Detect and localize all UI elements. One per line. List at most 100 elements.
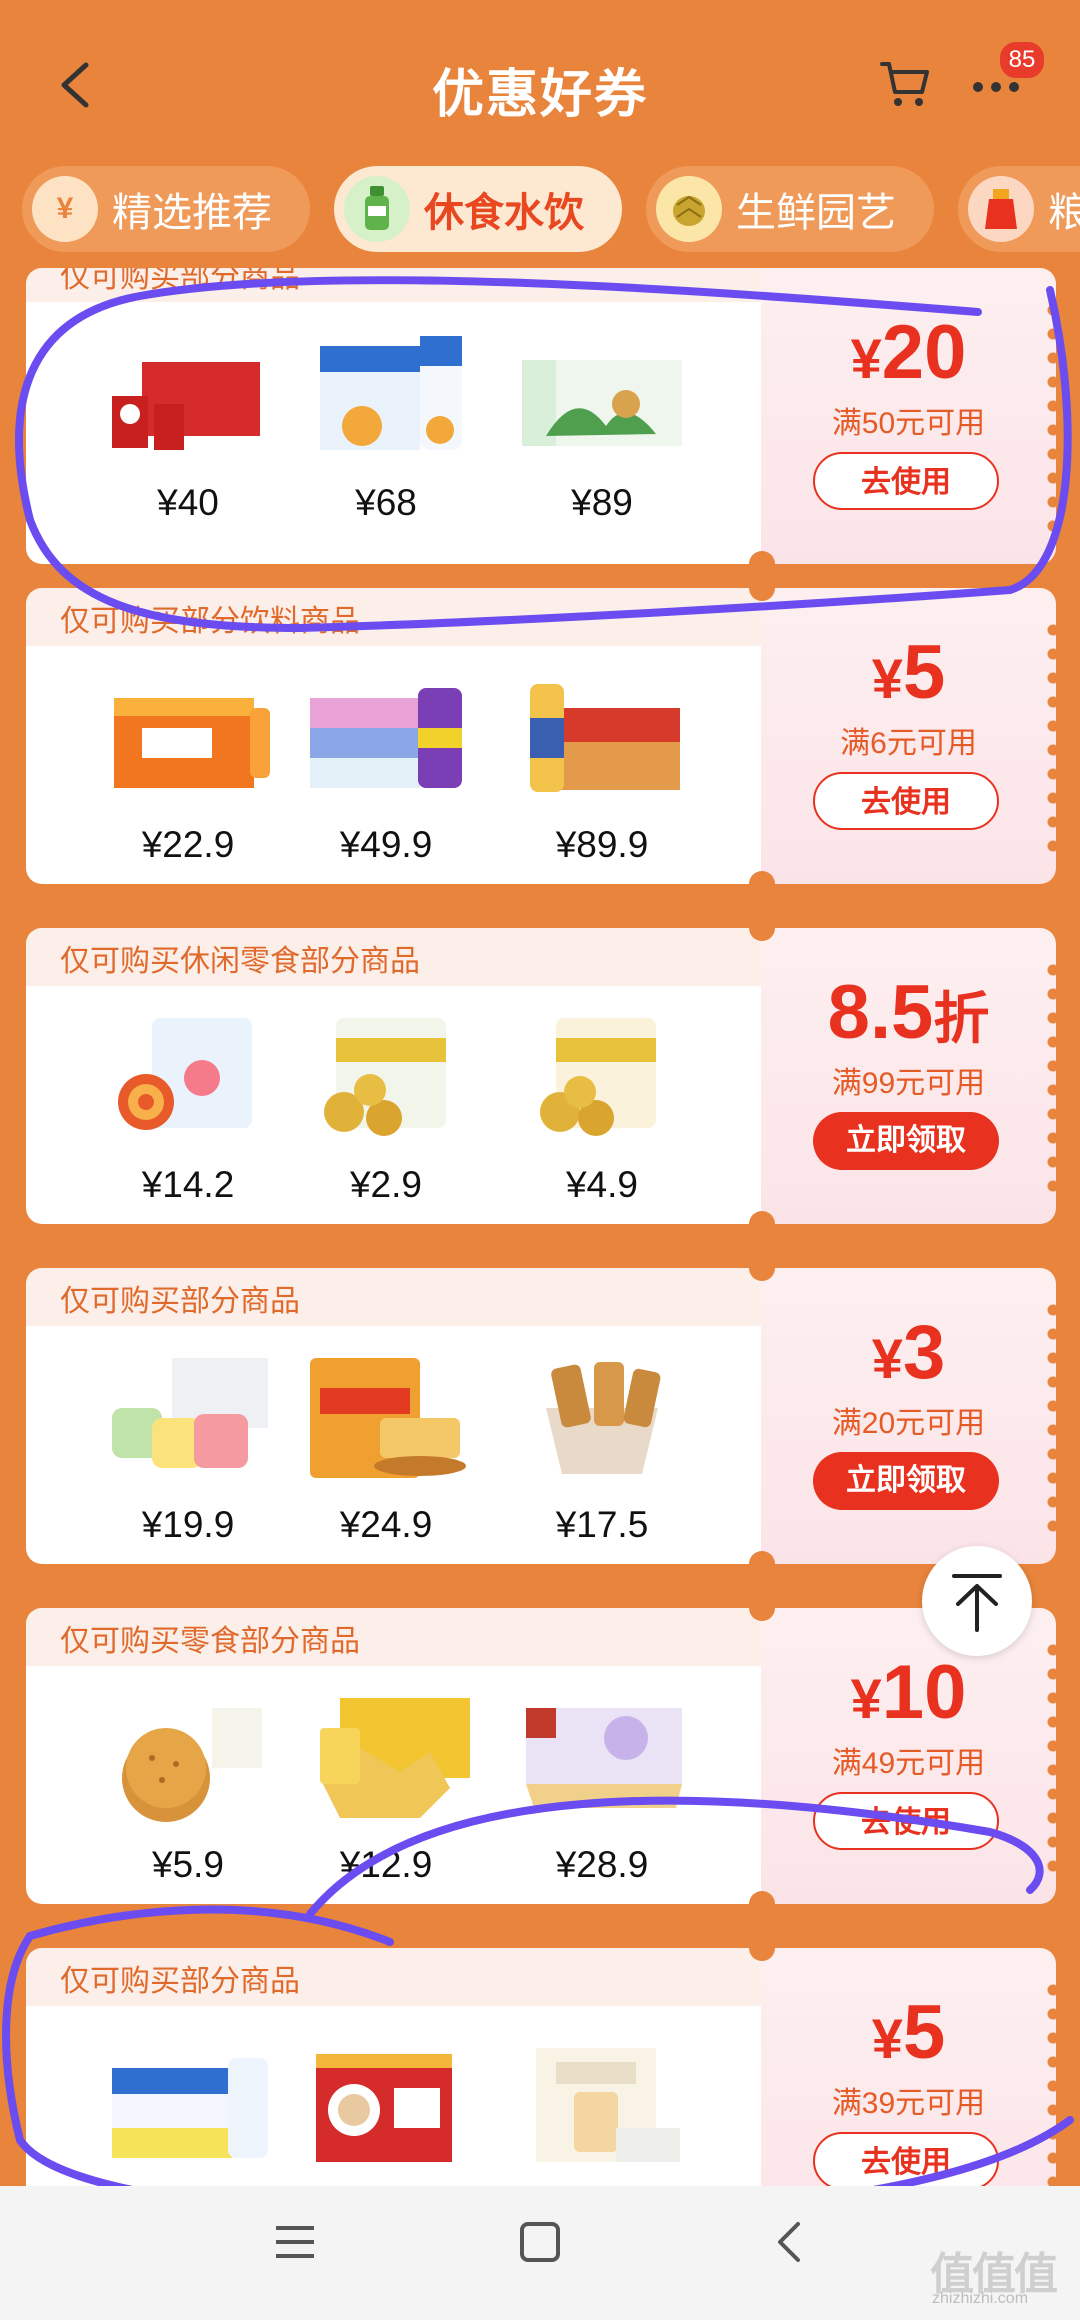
currency-symbol: ¥ — [850, 1667, 882, 1730]
category-tabs: ¥ 精选推荐 休食水饮 生鲜园艺 粮 — [0, 160, 1080, 260]
coupon-condition: 仅可购买部分商品 — [60, 268, 300, 294]
product-image-soda-cans — [310, 688, 462, 788]
product-item[interactable]: ¥2.9 — [286, 986, 486, 1224]
coupon-condition-bar: 仅可购买部分商品 — [26, 1948, 761, 2006]
watermark-url: zhizhizhi.com — [932, 2290, 1029, 2307]
cart-button[interactable] — [878, 56, 932, 110]
tab-snacks-drinks[interactable]: 休食水饮 — [334, 166, 622, 252]
tab-fresh-garden[interactable]: 生鲜园艺 — [646, 166, 934, 252]
ticket-notch — [749, 575, 775, 601]
product-price: ¥89.9 — [555, 824, 649, 865]
tab-label: 粮 — [1048, 191, 1080, 235]
product-item[interactable]: ¥12.9 — [286, 1666, 486, 1904]
coupon-condition-bar: 仅可购买休闲零食部分商品 — [26, 928, 761, 986]
amount-value: 5 — [902, 630, 946, 715]
amount-value: 8.5 — [827, 970, 934, 1055]
product-image-milk-box — [112, 346, 260, 450]
coupon-condition: 仅可购买部分商品 — [60, 1285, 300, 1318]
product-item[interactable]: ¥4.9 — [502, 986, 702, 1224]
ticket-notch — [749, 1595, 775, 1621]
product-item[interactable]: ¥89.9 — [502, 646, 702, 884]
coupon-card: 仅可购买零食部分商品 ¥5.9 ¥12.9 ¥28.9 ¥10 满49元可用 去… — [26, 1595, 1059, 1917]
product-item[interactable]: ¥14.2 — [88, 986, 288, 1224]
recent-apps-button[interactable] — [274, 2224, 316, 2260]
product-price: ¥89 — [571, 482, 633, 523]
system-back-button[interactable] — [768, 2214, 808, 2270]
ticket-notch — [749, 1935, 775, 1961]
coupon-value-panel: ¥20 满50元可用 去使用 — [761, 268, 1056, 564]
use-coupon-button[interactable]: 去使用 — [813, 452, 999, 510]
product-item[interactable]: ¥22.9 — [88, 646, 288, 884]
product-image-mochi — [112, 1358, 268, 1468]
coupon-condition: 仅可购买部分饮料商品 — [60, 605, 360, 638]
ticket-perforation — [1047, 1298, 1059, 1538]
product-item[interactable]: ¥68 — [286, 304, 486, 542]
system-nav-bar — [0, 2186, 1080, 2320]
product-price: ¥4.9 — [565, 1164, 638, 1205]
product-item[interactable]: ¥89 — [502, 304, 702, 542]
use-coupon-button[interactable]: 去使用 — [813, 1792, 999, 1850]
product-price: ¥17.5 — [555, 1504, 649, 1545]
product-item[interactable]: ¥5.9 — [88, 1666, 288, 1904]
durian-icon — [656, 176, 722, 242]
product-item[interactable]: ¥19.9 — [88, 1326, 288, 1564]
site-watermark: 值值值 zhizhizhi.com — [930, 2238, 1070, 2308]
shopping-cart-icon — [880, 62, 929, 106]
coupon-threshold: 满49元可用 — [831, 1747, 986, 1780]
product-image-yogurt — [320, 336, 462, 450]
product-item[interactable]: ¥40 — [88, 304, 288, 542]
product-image-pastry-box — [526, 1708, 682, 1808]
claim-coupon-button[interactable]: 立即领取 — [813, 1452, 999, 1510]
coupon-value-panel: ¥5 满6元可用 去使用 — [761, 588, 1056, 884]
product-image-potato-chips — [320, 1698, 470, 1818]
coupon-amount: ¥10 — [761, 1648, 1056, 1744]
product-image-milk-stick — [536, 2048, 680, 2162]
amount-value: 10 — [881, 1650, 967, 1735]
product-image-chestnut — [324, 1018, 446, 1136]
coupon-condition: 仅可购买零食部分商品 — [60, 1625, 360, 1658]
arrow-up-to-top-icon — [952, 1574, 1002, 1632]
currency-symbol: ¥ — [871, 2007, 903, 2070]
tab-label: 生鲜园艺 — [736, 191, 896, 235]
coupon-threshold: 满50元可用 — [831, 407, 986, 440]
product-price: ¥49.9 — [339, 824, 433, 865]
product-image-biscuits — [122, 1708, 262, 1822]
product-image-chestnut-bag — [540, 1018, 656, 1136]
product-item[interactable]: ¥24.9 — [286, 1326, 486, 1564]
coupon-card: 仅可购买部分商品 ¥19.9 ¥24.9 ¥17.5 ¥3 满20元可用 立即领… — [26, 1255, 1059, 1577]
home-button[interactable] — [520, 2222, 560, 2262]
ticket-perforation — [1047, 618, 1059, 858]
ticket-notch — [749, 915, 775, 941]
claim-coupon-button[interactable]: 立即领取 — [813, 1112, 999, 1170]
top-bar: 优惠好券 85 — [0, 0, 1080, 165]
coupon-condition: 仅可购买部分商品 — [60, 1965, 300, 1998]
use-coupon-button[interactable]: 去使用 — [813, 772, 999, 830]
scroll-to-top-button[interactable] — [922, 1546, 1032, 1656]
coupon-condition-bar: 仅可购买部分商品 — [26, 268, 761, 302]
use-coupon-button[interactable]: 去使用 — [813, 2132, 999, 2190]
product-item[interactable]: ¥17.5 — [502, 1326, 702, 1564]
product-item[interactable]: ¥28.9 — [502, 1666, 702, 1904]
tab-featured[interactable]: ¥ 精选推荐 — [22, 166, 310, 252]
coupon-threshold: 满20元可用 — [831, 1407, 986, 1440]
product-image-drink-case — [530, 684, 680, 792]
product-item[interactable]: ¥49.9 — [286, 646, 486, 884]
coupon-amount: ¥3 — [761, 1308, 1056, 1404]
coupon-threshold: 满6元可用 — [840, 727, 977, 760]
tab-grain[interactable]: 粮 — [958, 166, 1080, 252]
currency-symbol: ¥ — [871, 1327, 903, 1390]
product-price: ¥24.9 — [339, 1504, 433, 1545]
coupon-value-panel: ¥3 满20元可用 立即领取 — [761, 1268, 1056, 1564]
discount-suffix: 折 — [933, 987, 990, 1050]
coupon-card: 仅可购买部分商品 ¥40 ¥68 ¥89 ¥20 满50元可用 去使用 — [26, 268, 1059, 577]
product-price: ¥40 — [157, 482, 219, 523]
coupon-ticket-icon: ¥ — [32, 176, 98, 242]
product-image-milk-gift-box — [316, 2054, 452, 2162]
product-price: ¥19.9 — [141, 1504, 235, 1545]
drink-bottle-icon — [344, 176, 410, 242]
coupon-threshold: 满39元可用 — [831, 2087, 986, 2120]
product-price: ¥12.9 — [339, 1844, 433, 1885]
coupon-amount: ¥5 — [761, 1988, 1056, 2084]
notification-badge: 85 — [998, 40, 1046, 80]
ticket-perforation — [1047, 958, 1059, 1198]
